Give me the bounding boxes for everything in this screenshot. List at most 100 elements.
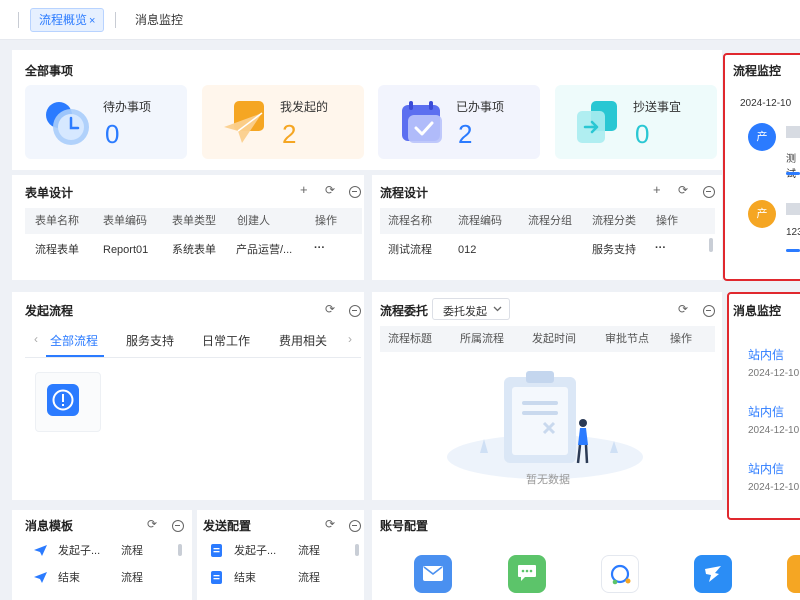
column-header: 表单类型 [172,215,216,227]
delegate-table-header: 流程标题 所属流程 发起时间 审批节点 操作 [380,326,715,352]
wecom-icon[interactable] [601,555,639,593]
column-header: 操作 [656,215,678,227]
stat-value: 2 [458,119,473,149]
message-date: 2024-12-10 [748,482,800,493]
column-header: 流程标题 [388,333,432,345]
cell: 流程 [298,545,320,557]
form-table-header: 表单名称 表单编码 表单类型 创建人 操作 [25,208,362,234]
more-actions-icon[interactable]: ··· [314,238,325,258]
stat-card-cc[interactable]: 抄送事宜 0 [555,85,717,159]
alert-icon [47,384,79,416]
avatar: 产 [748,200,776,228]
column-header: 操作 [670,333,692,345]
all-items-title: 全部事项 [25,64,74,78]
cell: 流程表单 [35,244,79,256]
delegate-title: 流程委托 [380,304,429,318]
collapse-icon[interactable] [349,186,361,198]
refresh-icon[interactable]: ⟳ [678,183,688,197]
cell: 012 [458,244,477,256]
divider [115,12,116,28]
sms-icon[interactable] [508,555,546,593]
launch-tab-all[interactable]: 全部流程 [50,332,98,349]
stat-card-initiated[interactable]: 我发起的 2 [202,85,364,159]
account-config-title: 账号配置 [380,519,429,533]
collapse-icon[interactable] [172,520,184,532]
add-icon[interactable]: + [300,182,308,197]
stat-card-done[interactable]: 已办事项 2 [378,85,540,159]
stat-label: 我发起的 [280,100,329,114]
column-header: 审批节点 [605,333,649,345]
process-table-header: 流程名称 流程编码 流程分组 流程分类 操作 [380,208,715,234]
collapse-icon[interactable] [349,520,361,532]
message-link[interactable]: 站内信 [748,460,784,477]
collapse-icon[interactable] [703,186,715,198]
collapse-icon[interactable] [703,305,715,317]
column-header: 所属流程 [460,333,504,345]
next-arrow-icon[interactable]: › [348,332,352,346]
scrollbar[interactable] [355,544,359,556]
refresh-icon[interactable]: ⟳ [147,517,157,531]
top-tab-bar: 流程概览 × 消息监控 [0,0,800,40]
select-value: 委托发起 [443,306,487,318]
progress-bar [786,172,800,175]
message-date: 2024-12-10 [748,368,800,379]
refresh-icon[interactable]: ⟳ [325,517,335,531]
email-icon[interactable] [414,555,452,593]
scrollbar[interactable] [178,544,182,556]
process-card[interactable] [35,372,101,432]
tab-process-overview[interactable]: 流程概览 × [30,8,105,32]
empty-state-illustration [447,371,643,479]
column-header: 流程分类 [592,215,636,227]
cell: 产品运营/... [236,244,293,256]
delegate-select[interactable]: 委托发起 [432,298,510,320]
send-config-title: 发送配置 [203,519,252,533]
document-icon [211,544,222,557]
message-monitor-title: 消息监控 [733,304,782,318]
column-header: 流程编码 [458,215,502,227]
column-header: 流程分组 [528,215,572,227]
column-header: 发起时间 [532,333,576,345]
app-icon[interactable] [787,555,800,593]
blurred-name [786,126,800,138]
cell: 服务支持 [592,244,636,256]
clock-icon [46,102,89,145]
blurred-name [786,203,800,215]
message-date: 2024-12-10 [748,425,800,436]
prev-arrow-icon[interactable]: ‹ [34,332,38,346]
cell: 结束 [58,572,80,584]
chevron-down-icon [493,306,502,312]
monitor-date: 2024-12-10 [740,98,792,109]
message-link[interactable]: 站内信 [748,346,784,363]
refresh-icon[interactable]: ⟳ [325,302,335,316]
stat-card-todo[interactable]: 待办事项 0 [25,85,187,159]
empty-text: 暂无数据 [526,474,570,486]
send-icon [34,572,47,583]
launch-process-title: 发起流程 [25,304,74,318]
close-icon[interactable]: × [89,15,95,27]
launch-tab-daily[interactable]: 日常工作 [202,332,250,349]
launch-tab-expense[interactable]: 费用相关 [279,332,327,349]
collapse-icon[interactable] [349,305,361,317]
cell: 流程 [121,545,143,557]
progress-bar [786,249,800,252]
stat-value: 2 [282,119,297,149]
column-header: 表单名称 [35,215,79,227]
item-subtitle: 测试 [786,154,796,180]
divider [25,357,361,358]
stat-label: 待办事项 [103,100,152,114]
tab-message-monitor[interactable]: 消息监控 [135,8,183,32]
refresh-icon[interactable]: ⟳ [678,302,688,316]
refresh-icon[interactable]: ⟳ [325,183,335,197]
add-icon[interactable]: + [653,182,661,197]
message-link[interactable]: 站内信 [748,403,784,420]
column-header: 流程名称 [388,215,432,227]
process-monitor-title: 流程监控 [733,64,782,78]
launch-tab-service[interactable]: 服务支持 [126,332,174,349]
cell: 结束 [234,572,256,584]
column-header: 创建人 [237,215,270,227]
scrollbar[interactable] [709,238,713,252]
stat-value: 0 [105,119,120,149]
dingtalk-icon[interactable] [694,555,732,593]
more-actions-icon[interactable]: ··· [655,238,666,258]
cell: 流程 [121,572,143,584]
